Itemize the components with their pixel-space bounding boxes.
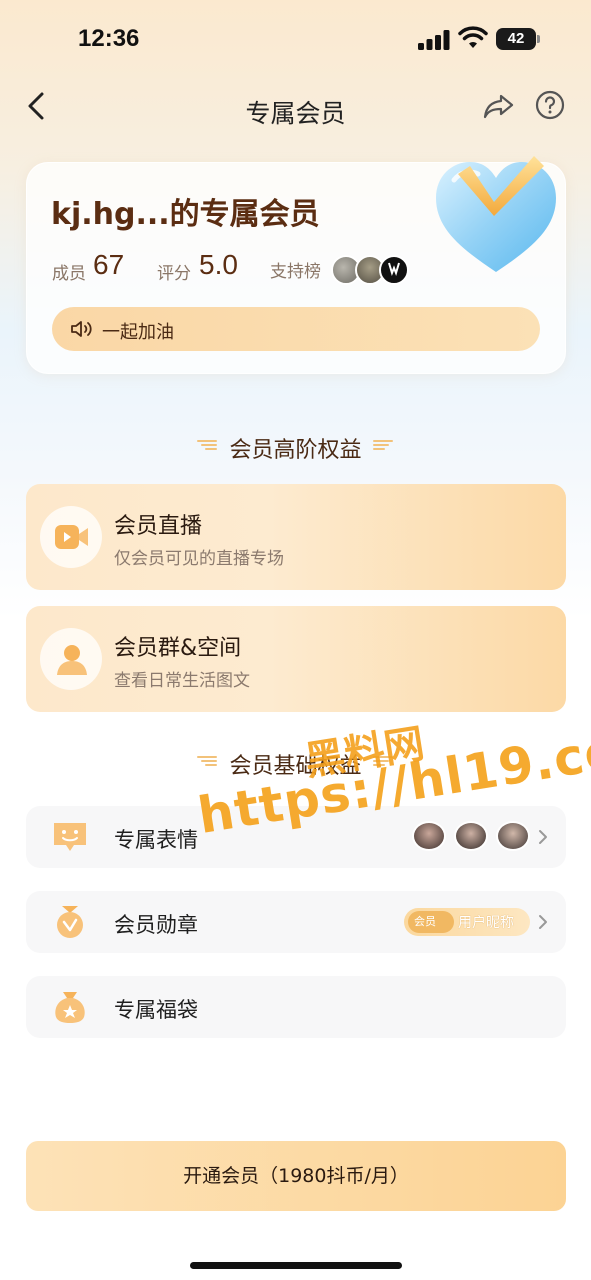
cheer-text: 一起加油	[102, 322, 174, 343]
badge-nickname: 用户昵称	[458, 915, 514, 931]
benefit-title: 会员群&空间	[114, 636, 242, 661]
membership-heart-icon	[436, 156, 556, 272]
benefit-label: 专属表情	[114, 828, 198, 852]
benefit-member-live[interactable]: 会员直播 仅会员可见的直播专场	[26, 484, 566, 590]
avatar	[379, 255, 409, 285]
benefit-member-badge[interactable]: 会员勋章 会员 用户昵称	[26, 891, 566, 953]
members-label: 成员	[52, 264, 86, 284]
bottom-bar: 开通会员（1980抖币/月）	[0, 1126, 591, 1280]
home-indicator	[190, 1262, 402, 1269]
emoji-face-icon	[54, 823, 86, 851]
group-user-icon	[57, 645, 87, 675]
basic-benefits-title: 会员基础权益	[229, 754, 362, 779]
badge-preview: 会员 用户昵称	[404, 908, 530, 936]
medal-icon	[57, 906, 83, 938]
emoji-thumbnail	[496, 821, 530, 851]
share-icon[interactable]	[482, 90, 516, 122]
battery-icon: 42	[496, 28, 540, 50]
help-icon[interactable]	[535, 90, 565, 120]
chevron-right-icon	[539, 830, 547, 844]
chevron-right-icon	[539, 915, 547, 929]
badge-mini-label: 会员	[408, 911, 454, 933]
speaker-icon	[71, 321, 92, 337]
nav-bar: 专属会员	[0, 80, 591, 140]
advanced-benefits-title: 会员高阶权益	[229, 438, 362, 463]
benefit-lucky-bag[interactable]: 专属福袋	[26, 976, 566, 1038]
support-rank-avatars[interactable]	[331, 255, 421, 285]
status-bar: 12:36 42	[0, 0, 591, 80]
open-membership-button[interactable]: 开通会员（1980抖币/月）	[26, 1141, 566, 1211]
section-right-deco-icon	[373, 756, 393, 766]
benefit-subtitle: 仅会员可见的直播专场	[114, 549, 284, 569]
status-time: 12:36	[78, 25, 140, 52]
support-rank-label: 支持榜	[270, 262, 321, 282]
emoji-thumbnail	[454, 821, 488, 851]
benefit-label: 专属福袋	[114, 998, 198, 1022]
battery-level: 42	[496, 28, 536, 50]
cheer-bar[interactable]: 一起加油	[52, 307, 540, 351]
benefit-title: 会员直播	[114, 514, 203, 539]
members-value: 67	[93, 249, 125, 280]
wifi-icon	[458, 26, 488, 48]
rating-label: 评分	[157, 264, 191, 284]
membership-title: kj.hg...的专属会员	[51, 197, 320, 232]
rating-value: 5.0	[199, 249, 238, 280]
benefit-label: 会员勋章	[114, 913, 198, 937]
benefit-exclusive-emoji[interactable]: 专属表情	[26, 806, 566, 868]
lucky-bag-icon	[55, 992, 85, 1023]
cellular-signal-icon	[418, 30, 450, 50]
benefit-member-group-space[interactable]: 会员群&空间 查看日常生活图文	[26, 606, 566, 712]
emoji-thumbnail	[412, 821, 446, 851]
section-right-deco-icon	[373, 440, 393, 450]
video-camera-icon	[55, 525, 88, 549]
benefit-subtitle: 查看日常生活图文	[114, 671, 250, 691]
